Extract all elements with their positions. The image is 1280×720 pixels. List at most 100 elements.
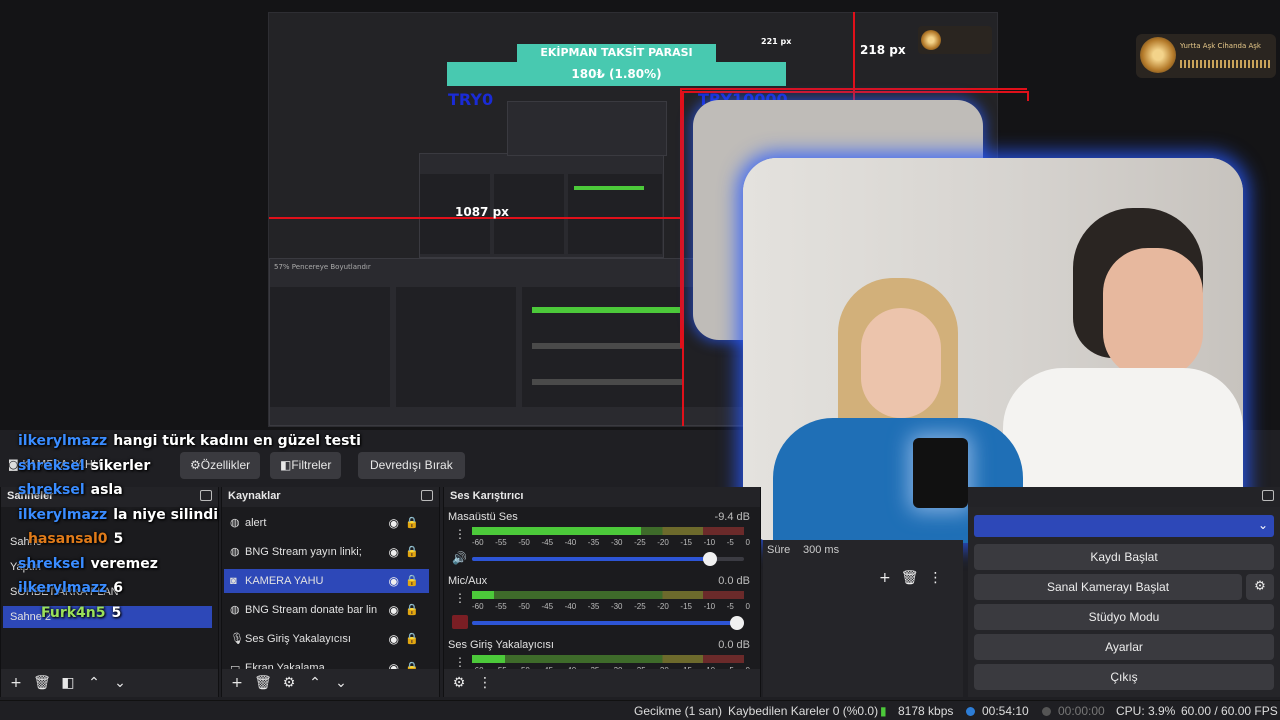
trash-icon[interactable]: 🗑 [252,672,274,694]
undock-icon[interactable] [1262,490,1274,501]
source-item[interactable]: ◍ BNG Stream yayın linki; ◉ 🔒 [224,540,429,564]
channel-db: 0.0 dB [718,575,750,587]
duration-value[interactable]: 300 ms [803,544,839,556]
undock-icon[interactable] [421,490,433,501]
nested-sources [396,287,516,407]
scale-tick: -45 [541,538,554,547]
more-vertical-icon[interactable]: ⋮ [454,527,466,541]
add-icon[interactable]: + [879,570,891,586]
scale-tick: -40 [564,602,577,611]
properties-button[interactable]: ⚙Özellikler [180,452,261,479]
preview-area[interactable]: 57% Pencereye Boyutlandır 1087 px 221 px… [0,0,1280,543]
volume-knob[interactable] [702,552,717,566]
lock-icon[interactable]: 🔒 [405,569,419,593]
virtualcam-settings-gear-icon[interactable]: ⚙ [1246,574,1274,600]
mixer-footer: ⚙ ⋮ [444,669,760,697]
volume-slider-fill [472,621,744,625]
exit-button[interactable]: Çıkış [974,664,1274,690]
eye-icon[interactable]: ◉ [389,656,399,669]
eye-icon[interactable]: ◉ [389,569,399,593]
more-vertical-icon[interactable]: ⋮ [929,570,943,586]
transition-select[interactable]: ⌄ [974,515,1274,537]
lock-icon[interactable]: 🔒 [405,656,419,669]
filter-icon[interactable]: ◧ [57,672,79,694]
speaker-icon[interactable]: 🔊 [452,551,467,565]
undock-icon[interactable] [200,490,212,501]
channel-name: Mic/Aux [448,575,488,587]
webcam-overlay[interactable] [743,158,1243,543]
album-disc-icon [921,30,941,50]
lock-icon[interactable]: 🔒 [405,540,419,564]
controls-dock: ⌄ Kaydı Başlat Sanal Kamerayı Başlat ⚙ S… [968,487,1280,697]
media-widget: Yurtta Aşk Cihanda Aşk [1136,34,1276,78]
volume-slider[interactable] [472,552,744,566]
trash-icon[interactable]: 🗑 [31,672,53,694]
source-item[interactable]: ◙ KAMERA YAHU ◉ 🔒 [224,569,429,593]
chat-text: sikerler [90,457,151,474]
eye-icon[interactable]: ◉ [389,598,399,622]
chevron-down-icon[interactable]: ⌄ [109,672,131,694]
scale-tick: -15 [680,538,692,547]
donation-goal-title: EKİPMAN TAKSİT PARASI [517,44,716,62]
start-virtualcam-button[interactable]: Sanal Kamerayı Başlat [974,574,1242,600]
muted-speaker-icon[interactable] [452,615,468,629]
album-disc-icon [1140,37,1176,73]
scale-tick: -35 [587,602,600,611]
source-item[interactable]: ◍ BNG Stream donate bar lin ◉ 🔒 [224,598,429,622]
scale-tick: -10 [703,538,716,547]
goal-start-label: TRY0 [448,90,494,109]
more-vertical-icon[interactable]: ⋮ [454,655,466,669]
add-icon[interactable]: + [5,672,27,694]
trash-icon[interactable]: 🗑 [901,570,919,586]
chat-message: ilkerylmazz hangi türk kadını en güzel te… [18,433,361,449]
scale-tick: -20 [657,538,669,547]
chat-text: veremez [90,555,158,572]
deactivate-button[interactable]: Devredışı Bırak [358,452,465,479]
lock-icon[interactable]: 🔒 [405,598,419,622]
gear-icon[interactable]: ⚙ [278,672,300,694]
measure-label-218: 218 px [860,43,906,57]
level-meter-fill [472,527,641,535]
stream-live-icon [966,707,975,716]
nested-preview-tiny [507,101,667,156]
scale-tick: -15 [680,602,692,611]
eye-icon[interactable]: ◉ [389,627,399,651]
chat-message: hasansal0 5 [28,531,123,547]
source-item[interactable]: 🎙Ses Giriş Yakalayıcısı ◉ 🔒 [224,627,429,651]
scale-tick: -45 [541,602,554,611]
chevron-down-icon[interactable]: ⌄ [330,672,352,694]
source-item[interactable]: ◍ alert ◉ 🔒 [224,511,429,535]
source-item[interactable]: ▭ Ekran Yakalama ◉ 🔒 [224,656,429,669]
lock-icon[interactable]: 🔒 [405,627,419,651]
chevron-up-icon[interactable]: ⌃ [83,672,105,694]
chevron-up-icon[interactable]: ⌃ [304,672,326,694]
eye-icon[interactable]: ◉ [389,511,399,535]
sources-list[interactable]: ◍ alert ◉ 🔒 ◍ BNG Stream yayın linki; ◉ 🔒 ◙ KAMER… [222,507,439,669]
filter-icon: ◧ [280,458,292,472]
more-vertical-icon[interactable]: ⋮ [474,672,496,694]
settings-button[interactable]: Ayarlar [974,634,1274,660]
guide-top [680,88,1027,90]
volume-slider[interactable] [472,616,744,630]
sources-title: Kaynaklar [222,487,439,507]
globe-icon: ◍ [230,604,240,616]
waveform-icon [1180,60,1270,68]
studio-mode-button[interactable]: Stüdyo Modu [974,604,1274,630]
chat-message: ilkerylmazz 6 [18,580,123,596]
more-vertical-icon[interactable]: ⋮ [454,591,466,605]
level-meter [472,655,744,663]
eye-icon[interactable]: ◉ [389,540,399,564]
lock-icon[interactable]: 🔒 [405,511,419,535]
scale-tick: -10 [703,602,716,611]
measure-label-1087: 1087 px [455,205,509,219]
source-label: KAMERA YAHU [245,575,324,587]
level-meter-fill [472,655,505,663]
filters-button[interactable]: ◧Filtreler [270,452,342,479]
gear-icon[interactable]: ⚙ [448,672,470,694]
sources-dock: Kaynaklar ◍ alert ◉ 🔒 ◍ BNG Stream yayın link… [221,487,440,697]
volume-knob[interactable] [730,616,744,630]
monitor-icon: ▭ [230,662,241,669]
record-icon [1042,707,1051,716]
start-recording-button[interactable]: Kaydı Başlat [974,544,1274,570]
add-icon[interactable]: + [226,672,248,694]
